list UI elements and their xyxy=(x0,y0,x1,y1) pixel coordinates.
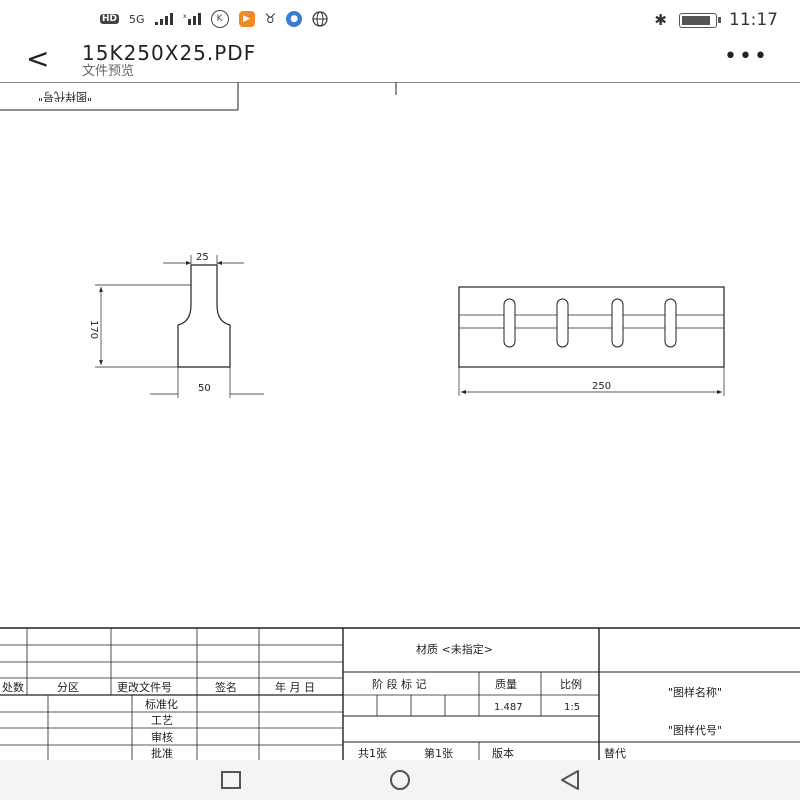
rev-header-zone: 分区 xyxy=(57,681,79,694)
clock: 11:17 xyxy=(729,10,778,30)
label-approve: 批准 xyxy=(151,746,173,760)
stage-label: 阶 段 标 记 xyxy=(372,677,427,691)
file-subtitle: 文件预览 xyxy=(82,64,135,79)
status-bar: HD 5G x K ▶ ♉ ● ✱ 11:17 xyxy=(0,0,800,40)
dim-width-bottom: 50 xyxy=(198,383,211,394)
sheet-total: 共1张 xyxy=(358,747,387,760)
side-view: 250 xyxy=(458,286,725,396)
svg-text:x: x xyxy=(183,13,187,20)
rev-header-count: 处数 xyxy=(2,681,24,694)
app-header: < 15K250X25.PDF 文件预览 ••• xyxy=(0,40,800,82)
rev-header-date: 年 月 日 xyxy=(275,680,315,694)
mass-value: 1.487 xyxy=(494,702,523,713)
sheet-number: 第1张 xyxy=(424,746,453,760)
browser-icon: ● xyxy=(286,11,303,27)
rev-header-sign: 签名 xyxy=(215,680,237,694)
dim-width-top: 25 xyxy=(196,252,209,263)
pdf-preview[interactable]: "图样代号" 25 170 50 250 处数 分区 更改文件号 签名 年 月 … xyxy=(0,81,800,765)
top-label-box: "图样代号" xyxy=(0,81,800,111)
hd-icon: HD xyxy=(100,14,120,24)
dim-width: 250 xyxy=(592,381,611,392)
technical-drawing: "图样代号" 25 170 50 250 处数 分区 更改文件号 签名 年 月 … xyxy=(0,81,800,765)
notification-icon: ♉ xyxy=(264,11,277,27)
battery-icon xyxy=(679,12,721,28)
replace-label: 替代 xyxy=(604,746,626,760)
k-app-icon: K xyxy=(210,10,229,28)
network-type-label: 5G xyxy=(129,12,145,26)
material-label: 材质 <未指定> xyxy=(416,642,493,656)
status-icons-left: HD 5G x K ▶ ♉ ● xyxy=(100,10,328,28)
mass-label: 质量 xyxy=(495,678,517,691)
front-view: 25 170 50 xyxy=(88,252,264,398)
label-process: 工艺 xyxy=(151,714,173,727)
recent-apps-icon[interactable] xyxy=(210,766,250,794)
back-button[interactable]: < xyxy=(26,42,56,76)
dim-height: 170 xyxy=(88,320,99,339)
battery-fill xyxy=(682,15,710,25)
scale-label: 比例 xyxy=(560,677,582,691)
status-icons-right: ✱ 11:17 xyxy=(654,10,778,30)
home-icon[interactable] xyxy=(380,766,420,794)
globe-icon xyxy=(312,11,328,27)
label-standardization: 标准化 xyxy=(145,697,178,711)
version-label: 版本 xyxy=(492,746,514,760)
label-review: 审核 xyxy=(151,730,173,744)
top-label: "图样代号" xyxy=(38,90,92,104)
no-signal-icon: x xyxy=(183,13,201,25)
drawing-name: "图样名称" xyxy=(668,685,722,699)
scale-value: 1:5 xyxy=(564,702,580,713)
bluetooth-icon: ✱ xyxy=(654,11,667,29)
more-options-button[interactable]: ••• xyxy=(724,44,769,69)
video-app-icon: ▶ xyxy=(238,11,255,27)
back-triangle-icon[interactable] xyxy=(550,766,590,794)
signal-icon xyxy=(154,13,173,25)
system-nav-bar xyxy=(0,760,800,800)
rev-header-doc: 更改文件号 xyxy=(117,680,172,694)
drawing-code: "图样代号" xyxy=(668,723,722,737)
